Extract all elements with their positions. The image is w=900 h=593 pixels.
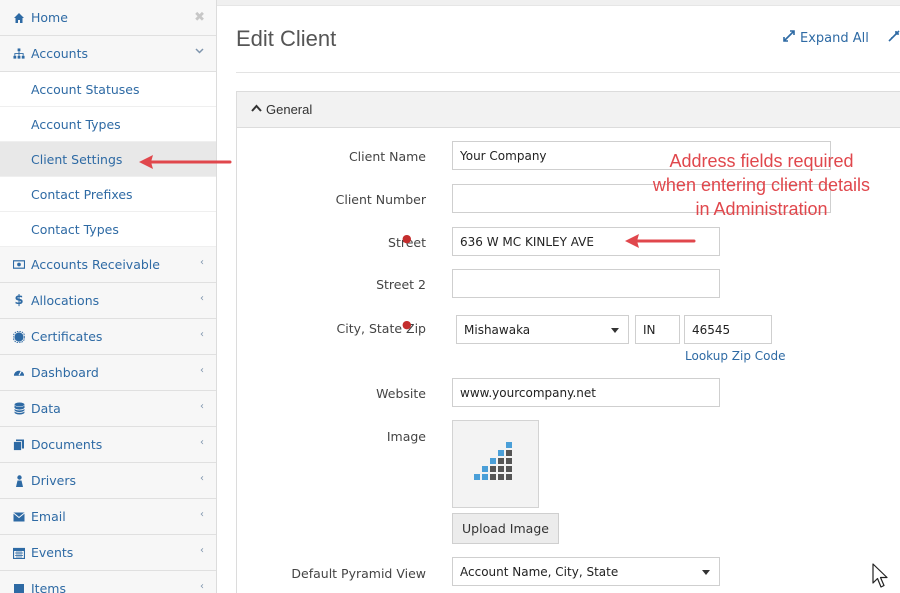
money-icon bbox=[13, 259, 25, 271]
pyramid-view-select[interactable]: Account Name, City, State bbox=[452, 557, 720, 586]
annotation-text: Address fields required when entering cl… bbox=[639, 149, 884, 221]
sidebar: Home ✖ Accounts Account Statuses Account… bbox=[0, 0, 217, 593]
caret-down-icon bbox=[702, 570, 710, 575]
close-icon[interactable]: ✖ bbox=[194, 10, 205, 25]
street2-label: Street 2 bbox=[376, 277, 426, 292]
sidebar-item-items[interactable]: Items ‹ bbox=[0, 571, 216, 593]
website-value: www.yourcompany.net bbox=[460, 385, 596, 400]
city-select[interactable]: Mishawaka bbox=[456, 315, 629, 344]
calendar-icon bbox=[13, 547, 25, 559]
client-name-label: Client Name bbox=[348, 149, 426, 164]
sidebar-item-contact-prefixes[interactable]: Contact Prefixes bbox=[0, 177, 216, 212]
required-indicator: ● bbox=[402, 318, 412, 331]
chevron-left-icon: ‹ bbox=[200, 293, 204, 304]
client-number-label: Client Number bbox=[335, 192, 426, 207]
arrow-annotation-street bbox=[625, 234, 696, 248]
collapse-icon[interactable] bbox=[888, 30, 900, 46]
upload-image-button[interactable]: Upload Image bbox=[452, 513, 559, 544]
zip-value: 46545 bbox=[692, 322, 731, 337]
sidebar-item-dashboard[interactable]: Dashboard ‹ bbox=[0, 355, 216, 391]
city-value: Mishawaka bbox=[464, 322, 531, 337]
state-input[interactable]: IN bbox=[635, 315, 680, 344]
website-input[interactable]: www.yourcompany.net bbox=[452, 378, 720, 407]
sidebar-item-label: Home bbox=[31, 10, 68, 25]
sidebar-item-contact-types[interactable]: Contact Types bbox=[0, 212, 216, 247]
city-state-zip-label: City, State Zip bbox=[336, 321, 426, 336]
sitemap-icon bbox=[13, 47, 25, 60]
sidebar-item-label: Data bbox=[31, 401, 61, 416]
sidebar-item-email[interactable]: Email ‹ bbox=[0, 499, 216, 535]
sidebar-item-accounts-receivable[interactable]: Accounts Receivable ‹ bbox=[0, 247, 216, 283]
main-content: Edit Client Expand All General Client Na… bbox=[217, 0, 900, 593]
sidebar-item-label: Items bbox=[31, 581, 66, 593]
page-title: Edit Client bbox=[236, 26, 337, 51]
street2-input[interactable] bbox=[452, 269, 720, 298]
top-bar bbox=[217, 0, 900, 6]
sidebar-item-allocations[interactable]: $ Allocations ‹ bbox=[0, 283, 216, 319]
chevron-left-icon: ‹ bbox=[200, 545, 204, 556]
chevron-left-icon: ‹ bbox=[200, 581, 204, 592]
chevron-left-icon: ‹ bbox=[200, 401, 204, 412]
sidebar-item-label: Accounts Receivable bbox=[31, 257, 160, 272]
sidebar-item-data[interactable]: Data ‹ bbox=[0, 391, 216, 427]
annotation-line: in Administration bbox=[695, 199, 828, 219]
pyramid-view-label: Default Pyramid View bbox=[291, 566, 426, 581]
dollar-icon: $ bbox=[14, 293, 24, 308]
general-panel-header[interactable]: General bbox=[237, 92, 900, 128]
panel-title: General bbox=[266, 102, 313, 117]
sidebar-item-events[interactable]: Events ‹ bbox=[0, 535, 216, 571]
driver-icon bbox=[13, 474, 25, 487]
certificate-icon bbox=[13, 330, 25, 343]
chevron-left-icon: ‹ bbox=[200, 473, 204, 484]
logo-icon bbox=[474, 442, 512, 480]
sidebar-item-label: Documents bbox=[31, 437, 103, 452]
expand-all-button[interactable]: Expand All bbox=[783, 30, 869, 46]
zip-input[interactable]: 46545 bbox=[684, 315, 772, 344]
sidebar-item-drivers[interactable]: Drivers ‹ bbox=[0, 463, 216, 499]
street-value: 636 W MC KINLEY AVE bbox=[460, 234, 594, 249]
caret-down-icon bbox=[611, 328, 619, 333]
sidebar-item-home[interactable]: Home ✖ bbox=[0, 0, 216, 36]
database-icon bbox=[13, 402, 25, 415]
pyramid-view-value: Account Name, City, State bbox=[460, 564, 619, 579]
sidebar-item-label: Drivers bbox=[31, 473, 76, 488]
chevron-left-icon: ‹ bbox=[200, 509, 204, 520]
sidebar-item-account-types[interactable]: Account Types bbox=[0, 107, 216, 142]
required-indicator: ● bbox=[402, 232, 412, 245]
expand-all-label: Expand All bbox=[800, 30, 869, 46]
mouse-cursor-icon bbox=[872, 563, 888, 588]
sidebar-item-accounts[interactable]: Accounts bbox=[0, 36, 216, 72]
website-label: Website bbox=[376, 386, 426, 401]
client-name-value: Your Company bbox=[460, 148, 547, 163]
chevron-up-icon bbox=[251, 104, 262, 116]
sidebar-item-account-statuses[interactable]: Account Statuses bbox=[0, 72, 216, 107]
files-icon bbox=[13, 439, 25, 451]
sidebar-item-certificates[interactable]: Certificates ‹ bbox=[0, 319, 216, 355]
items-icon bbox=[13, 583, 25, 593]
chevron-left-icon: ‹ bbox=[200, 257, 204, 268]
chevron-left-icon: ‹ bbox=[200, 437, 204, 448]
sidebar-item-label: Events bbox=[31, 545, 74, 560]
state-value: IN bbox=[643, 322, 656, 337]
sidebar-item-label: Email bbox=[31, 509, 66, 524]
chevron-left-icon: ‹ bbox=[200, 365, 204, 376]
annotation-line: when entering client details bbox=[652, 175, 871, 195]
expand-icon bbox=[783, 30, 795, 46]
client-logo-image bbox=[452, 420, 539, 508]
sidebar-item-label: Allocations bbox=[31, 293, 100, 308]
sidebar-item-label: Accounts bbox=[31, 46, 88, 61]
sidebar-item-label: Certificates bbox=[31, 329, 103, 344]
chevron-left-icon: ‹ bbox=[200, 329, 204, 340]
envelope-icon bbox=[13, 511, 25, 523]
dashboard-icon bbox=[13, 367, 25, 379]
divider bbox=[236, 72, 900, 73]
image-label: Image bbox=[386, 429, 426, 444]
lookup-zip-link[interactable]: Lookup Zip Code bbox=[685, 349, 785, 363]
sidebar-item-documents[interactable]: Documents ‹ bbox=[0, 427, 216, 463]
chevron-down-icon bbox=[195, 46, 204, 58]
sidebar-item-label: Dashboard bbox=[31, 365, 99, 380]
annotation-line: Address fields required bbox=[669, 151, 854, 171]
home-icon bbox=[13, 12, 25, 24]
